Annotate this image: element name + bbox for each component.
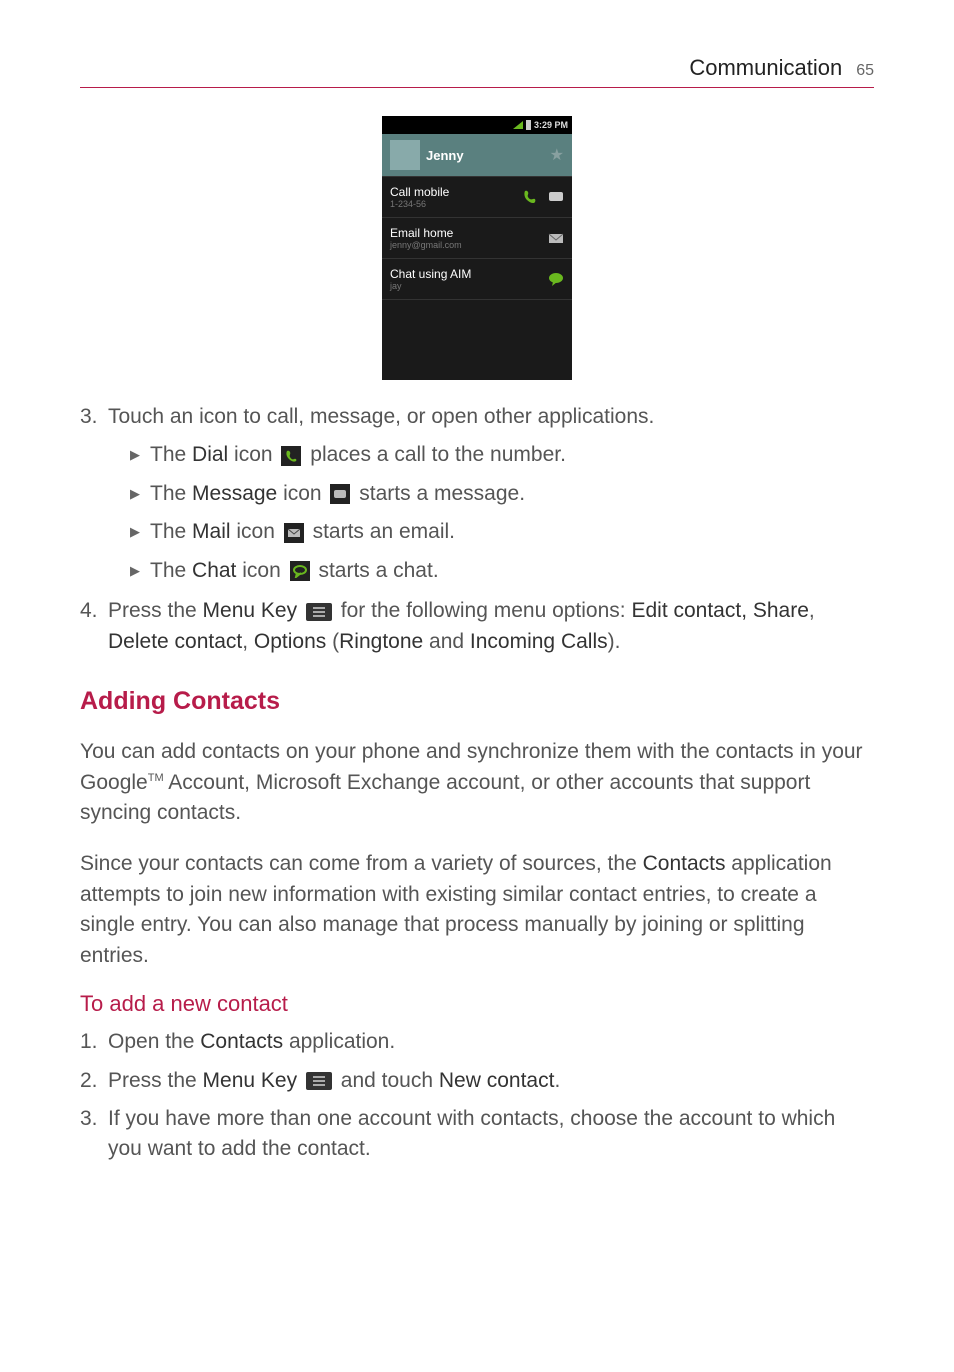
- bullet-caret-icon: ▶: [130, 446, 140, 465]
- bullet-pre: The: [150, 520, 192, 543]
- new-contact-option: New contact: [439, 1069, 555, 1092]
- phone-icon: [522, 189, 538, 205]
- sub3-text: If you have more than one account with c…: [108, 1104, 874, 1165]
- contact-name: Jenny: [426, 148, 464, 163]
- section-heading-adding-contacts: Adding Contacts: [80, 687, 874, 716]
- phone-screenshot: 3:29 PM Jenny ★ Call mobile 1-234-56: [382, 116, 572, 380]
- menu-key-label: Menu Key: [203, 1069, 298, 1092]
- row-subtitle: jay: [390, 281, 548, 291]
- step4-pre: Press the: [108, 599, 203, 622]
- bullet-caret-icon: ▶: [130, 485, 140, 504]
- step-number: 3.: [80, 1104, 108, 1165]
- sub1-pre: Open the: [108, 1030, 200, 1053]
- header-page-number: 65: [856, 62, 874, 80]
- row-title: Call mobile: [390, 185, 522, 199]
- status-bar: 3:29 PM: [382, 116, 572, 134]
- sub1-post: application.: [283, 1030, 395, 1053]
- row-title: Chat using AIM: [390, 267, 548, 281]
- bullet-chat: ▶ The Chat icon starts a chat.: [130, 556, 874, 586]
- chat-icon: [290, 561, 310, 581]
- step-number: 1.: [80, 1027, 108, 1057]
- menu-key-label: Menu Key: [203, 599, 298, 622]
- battery-icon: [526, 120, 531, 130]
- bullet-rest: starts a chat.: [318, 559, 438, 582]
- sub-step-3: 3. If you have more than one account wit…: [80, 1104, 874, 1165]
- mail-icon: [284, 523, 304, 543]
- sub2-mid: and touch: [341, 1069, 439, 1092]
- para1-post: Account, Microsoft Exchange account, or …: [80, 771, 810, 824]
- incoming-calls-option: Incoming Calls: [470, 630, 608, 653]
- para2-a: Since your contacts can come from a vari…: [80, 852, 643, 875]
- bullet-pre: The: [150, 559, 192, 582]
- step-number: 2.: [80, 1066, 108, 1096]
- step-number: 3.: [80, 402, 108, 432]
- header-title: Communication: [689, 55, 842, 81]
- chat-label: Chat: [192, 559, 236, 582]
- contact-header: Jenny ★: [382, 134, 572, 176]
- close-paren: ).: [608, 630, 621, 653]
- avatar: [390, 140, 420, 170]
- page-header: Communication 65: [80, 55, 874, 88]
- bullet-mail: ▶ The Mail icon starts an email.: [130, 517, 874, 547]
- edit-contact-option: Edit contact,: [631, 599, 747, 622]
- bullet-rest: starts a message.: [359, 482, 525, 505]
- row-title: Email home: [390, 226, 548, 240]
- step-text: Touch an icon to call, message, or open …: [108, 402, 654, 432]
- dial-icon: [281, 446, 301, 466]
- sub-step-2: 2. Press the Menu Key and touch New cont…: [80, 1066, 874, 1096]
- sub-step-1: 1. Open the Contacts application.: [80, 1027, 874, 1057]
- menu-key-icon: [306, 1072, 332, 1090]
- options-option: Options: [254, 630, 326, 653]
- empty-area: [382, 299, 572, 380]
- bullet-dial: ▶ The Dial icon places a call to the num…: [130, 440, 874, 470]
- row-subtitle: jenny@gmail.com: [390, 240, 548, 250]
- and-word: and: [423, 630, 470, 653]
- status-time: 3:29 PM: [534, 120, 568, 130]
- bullet-caret-icon: ▶: [130, 562, 140, 581]
- chat-icon: [548, 271, 564, 287]
- step4-mid: for the following menu options:: [341, 599, 632, 622]
- contact-row-chat: Chat using AIM jay: [382, 258, 572, 299]
- step-3: 3. Touch an icon to call, message, or op…: [80, 402, 874, 432]
- dial-label: Dial: [192, 443, 228, 466]
- sub2-pre: Press the: [108, 1069, 203, 1092]
- step-number: 4.: [80, 596, 108, 657]
- sub2-post: .: [554, 1069, 560, 1092]
- para-1: You can add contacts on your phone and s…: [80, 737, 874, 828]
- subsection-heading: To add a new contact: [80, 991, 874, 1017]
- mail-label: Mail: [192, 520, 231, 543]
- contact-row-call: Call mobile 1-234-56: [382, 176, 572, 217]
- bullet-message: ▶ The Message icon starts a message.: [130, 479, 874, 509]
- bullet-rest: starts an email.: [313, 520, 455, 543]
- bullet-caret-icon: ▶: [130, 523, 140, 542]
- message-icon: [330, 484, 350, 504]
- message-label: Message: [192, 482, 277, 505]
- sms-icon: [548, 189, 564, 205]
- menu-key-icon: [306, 603, 332, 621]
- delete-contact-option: Delete contact: [108, 630, 242, 653]
- step-4: 4. Press the Menu Key for the following …: [80, 596, 874, 657]
- row-subtitle: 1-234-56: [390, 199, 522, 209]
- contacts-app-name: Contacts: [643, 852, 726, 875]
- share-option: Share: [753, 599, 809, 622]
- bullet-pre: The: [150, 482, 192, 505]
- contact-row-email: Email home jenny@gmail.com: [382, 217, 572, 258]
- para-2: Since your contacts can come from a vari…: [80, 849, 874, 971]
- screenshot-container: 3:29 PM Jenny ★ Call mobile 1-234-56: [80, 116, 874, 380]
- favorite-star-icon: ★: [550, 145, 564, 165]
- ringtone-option: Ringtone: [339, 630, 423, 653]
- mail-icon: [548, 230, 564, 246]
- signal-icon: [513, 121, 523, 129]
- bullet-rest: places a call to the number.: [310, 443, 566, 466]
- contacts-app: Contacts: [200, 1030, 283, 1053]
- trademark-tm: TM: [148, 772, 164, 784]
- bullet-pre: The: [150, 443, 192, 466]
